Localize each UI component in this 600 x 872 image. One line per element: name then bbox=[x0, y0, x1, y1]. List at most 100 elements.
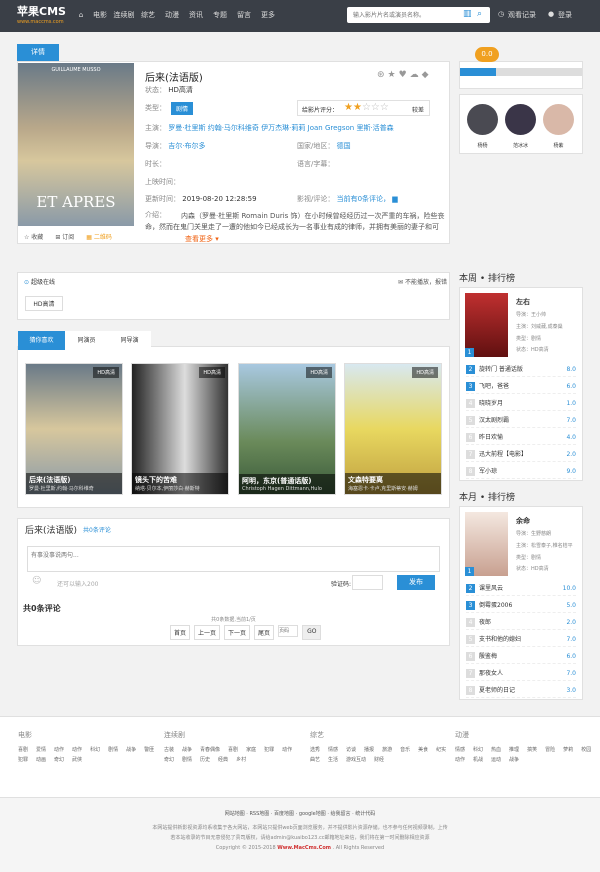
emoji-icon[interactable]: ☺ bbox=[32, 576, 41, 586]
history-link[interactable]: 观看记录 bbox=[508, 10, 536, 20]
pager-last[interactable]: 尾页 bbox=[254, 625, 275, 640]
nav-item[interactable]: 专题 bbox=[208, 9, 232, 21]
pager-next[interactable]: 下一页 bbox=[224, 625, 251, 640]
score-bar bbox=[460, 68, 582, 76]
read-more-link[interactable]: 查看更多 ▾ bbox=[185, 234, 219, 244]
pager-prev[interactable]: 上一页 bbox=[194, 625, 221, 640]
rating-stars[interactable]: ★★☆☆☆ bbox=[344, 102, 389, 113]
star-icon[interactable]: ☆ bbox=[371, 102, 380, 113]
nav-item[interactable]: 留言 bbox=[232, 9, 256, 21]
related-item[interactable]: HD高清 阿明，东京(普通话版) Christoph Hagen Dittmann… bbox=[238, 363, 336, 495]
nav-item[interactable]: 更多 bbox=[256, 9, 280, 21]
actor-avatar[interactable] bbox=[543, 104, 574, 135]
rank-item[interactable]: 2 课里风云 10.0 bbox=[466, 581, 576, 596]
footer-sitelinks[interactable]: 网站地图 · RSS地图 · 百度地图 · google地图 · 给我留言 · … bbox=[0, 810, 600, 817]
nav-item[interactable]: 综艺 bbox=[136, 9, 160, 21]
related-item[interactable]: HD高清 文森特要离 海塞恩卡·卡卢,克里斯蒂安·赫姆 bbox=[344, 363, 442, 495]
chat-icon[interactable]: ▆ bbox=[392, 195, 397, 203]
star-icon[interactable]: ★ bbox=[353, 102, 362, 113]
home-icon[interactable]: ⌂ bbox=[74, 9, 88, 21]
tab-guess-like[interactable]: 猜你喜欢 bbox=[18, 331, 65, 350]
cast-link[interactable]: Joan bbox=[308, 124, 323, 132]
actor-name[interactable]: 杨杨 bbox=[467, 142, 498, 149]
pager-go[interactable]: GO bbox=[302, 625, 322, 640]
report-link[interactable]: ✉ 不能播放，报错 bbox=[398, 277, 447, 286]
rank-item[interactable]: 8 夏老师的日记 3.0 bbox=[466, 683, 576, 698]
tab-same-director[interactable]: 同导演 bbox=[108, 331, 151, 350]
tab-same-actor[interactable]: 同演员 bbox=[65, 331, 108, 350]
captcha-input[interactable] bbox=[352, 575, 383, 590]
rank-item[interactable]: 6 昨日欢愉 4.0 bbox=[466, 430, 576, 445]
page-input[interactable] bbox=[278, 625, 299, 637]
cast-link[interactable]: Gregson bbox=[325, 124, 354, 132]
rank-item[interactable]: 5 支书和他的媳妇 7.0 bbox=[466, 632, 576, 647]
nav-item[interactable]: 动漫 bbox=[160, 9, 184, 21]
detail-poster[interactable]: GUILLAUME MUSSO ET APRES bbox=[18, 63, 134, 226]
rank-item[interactable]: 7 那夜女人 7.0 bbox=[466, 666, 576, 681]
week-top-poster[interactable]: 1 bbox=[465, 293, 508, 357]
nav-item[interactable]: 电影 bbox=[88, 9, 112, 21]
cast-link[interactable]: 伊万杰琳·莉莉 bbox=[261, 124, 305, 132]
footer-links[interactable]: 喜剧 爱情 动作 动作 科幻 剧情 战争 警匪 犯罪 动画 奇幻 武侠 bbox=[18, 746, 158, 763]
star-icon[interactable]: ★ bbox=[344, 102, 353, 113]
poster-title: ET APRES bbox=[36, 193, 116, 211]
search-input[interactable] bbox=[347, 7, 459, 23]
cast-link[interactable]: 里斯·活普森 bbox=[356, 124, 393, 132]
footer-links[interactable]: 情感 科幻 热血 推理 搞笑 冒险 萝莉 校园 动作 机战 运动 战争 bbox=[455, 746, 595, 763]
rank-item[interactable]: 4 夜郎 2.0 bbox=[466, 615, 576, 630]
hot-chart-icon[interactable]: ▥ bbox=[463, 9, 472, 19]
type-label: 类型： bbox=[145, 104, 166, 112]
nav-item[interactable]: 资讯 bbox=[184, 9, 208, 21]
actor-avatar[interactable] bbox=[505, 104, 536, 135]
actor-name[interactable]: 杨紫 bbox=[543, 142, 574, 149]
language-label: 语言/字幕： bbox=[297, 160, 335, 168]
week-top-director: 导演：王小帅 bbox=[516, 312, 547, 318]
share-icons[interactable]: ⊛★♥☁◆ bbox=[377, 70, 432, 80]
play-source[interactable]: ⊙ 超级在线 bbox=[24, 277, 55, 286]
nav-item[interactable]: 连续剧 bbox=[112, 9, 136, 21]
director-link[interactable]: 吉尔·布尔多 bbox=[168, 142, 205, 150]
rank-item[interactable]: 2 旋转门 普通话版 8.0 bbox=[466, 362, 576, 377]
rank-item[interactable]: 7 迅大前程【电影】 2.0 bbox=[466, 447, 576, 462]
rank-item[interactable]: 5 汉太剧烈霸 7.0 bbox=[466, 413, 576, 428]
rank-item[interactable]: 3 飞吧，爸爸 6.0 bbox=[466, 379, 576, 394]
search-icon[interactable]: ⌕ bbox=[477, 9, 482, 19]
rank-item[interactable]: 3 倒霉蛋2006 5.0 bbox=[466, 598, 576, 613]
region-link[interactable]: 德国 bbox=[337, 142, 351, 150]
update-label: 更新时间： bbox=[145, 195, 180, 203]
related-item[interactable]: HD高清 后来(法语版) 罗曼·杜里斯,约翰·马尔科维奇 bbox=[25, 363, 123, 495]
cast-link[interactable]: 罗曼·杜里斯 bbox=[168, 124, 205, 132]
footer-col-anime: 动漫 情感 科幻 热血 推理 搞笑 冒险 萝莉 校园 动作 机战 运动 战争 bbox=[455, 730, 595, 763]
user-icon[interactable]: ● bbox=[548, 10, 554, 18]
cast-link[interactable]: 约翰·马尔科维奇 bbox=[208, 124, 259, 132]
subscribe-button[interactable]: ⊞ 订阅 bbox=[55, 232, 74, 241]
month-top-poster[interactable]: 1 bbox=[465, 512, 508, 576]
actor-avatar[interactable] bbox=[467, 104, 498, 135]
comment-textarea[interactable] bbox=[27, 546, 440, 572]
review-link[interactable]: 当前有0条评论， bbox=[337, 195, 390, 203]
footer-links[interactable]: 古装 战争 青春偶像 喜剧 家庭 犯罪 动作 奇幻 剧情 历史 经典 乡村 bbox=[164, 746, 304, 763]
detail-title: 后来(法语版) bbox=[145, 73, 203, 84]
footer-links[interactable]: 选秀 情感 访谈 播报 旅游 音乐 美食 纪实 曲艺 生活 游戏互动 财经 bbox=[310, 746, 450, 763]
related-item[interactable]: HD高清 镜头下的苦难 纳塔·贝尔本,伊丽莎白·赫斯特 bbox=[131, 363, 229, 495]
star-icon[interactable]: ☆ bbox=[362, 102, 371, 113]
actor-name[interactable]: 范冰冰 bbox=[505, 142, 536, 149]
week-top-title[interactable]: 左右 bbox=[516, 297, 530, 307]
submit-button[interactable]: 发布 bbox=[397, 575, 435, 590]
tab-detail[interactable]: 详情 bbox=[17, 44, 59, 61]
qrcode-button[interactable]: ▦ 二维码 bbox=[86, 232, 112, 241]
site-logo[interactable]: 苹果CMS bbox=[17, 6, 66, 17]
history-icon[interactable]: ◷ bbox=[498, 10, 504, 18]
month-top-title[interactable]: 余命 bbox=[516, 516, 530, 526]
rank-item[interactable]: 8 军小琼 9.0 bbox=[466, 464, 576, 479]
episode-button[interactable]: HD高清 bbox=[25, 296, 63, 311]
favorite-button[interactable]: ☆ 收藏 bbox=[24, 232, 43, 241]
copyright: Copyright © 2015-2018 Www.MacCms.Com . A… bbox=[215, 845, 385, 851]
rank-item[interactable]: 4 晓晓岁月 1.0 bbox=[466, 396, 576, 411]
play-card bbox=[17, 272, 450, 320]
star-icon[interactable]: ☆ bbox=[380, 102, 389, 113]
pager-first[interactable]: 首页 bbox=[170, 625, 191, 640]
login-link[interactable]: 登录 bbox=[558, 10, 572, 20]
type-tag[interactable]: 剧情 bbox=[171, 102, 194, 115]
rank-item[interactable]: 6 殷鉴梅 6.0 bbox=[466, 649, 576, 664]
